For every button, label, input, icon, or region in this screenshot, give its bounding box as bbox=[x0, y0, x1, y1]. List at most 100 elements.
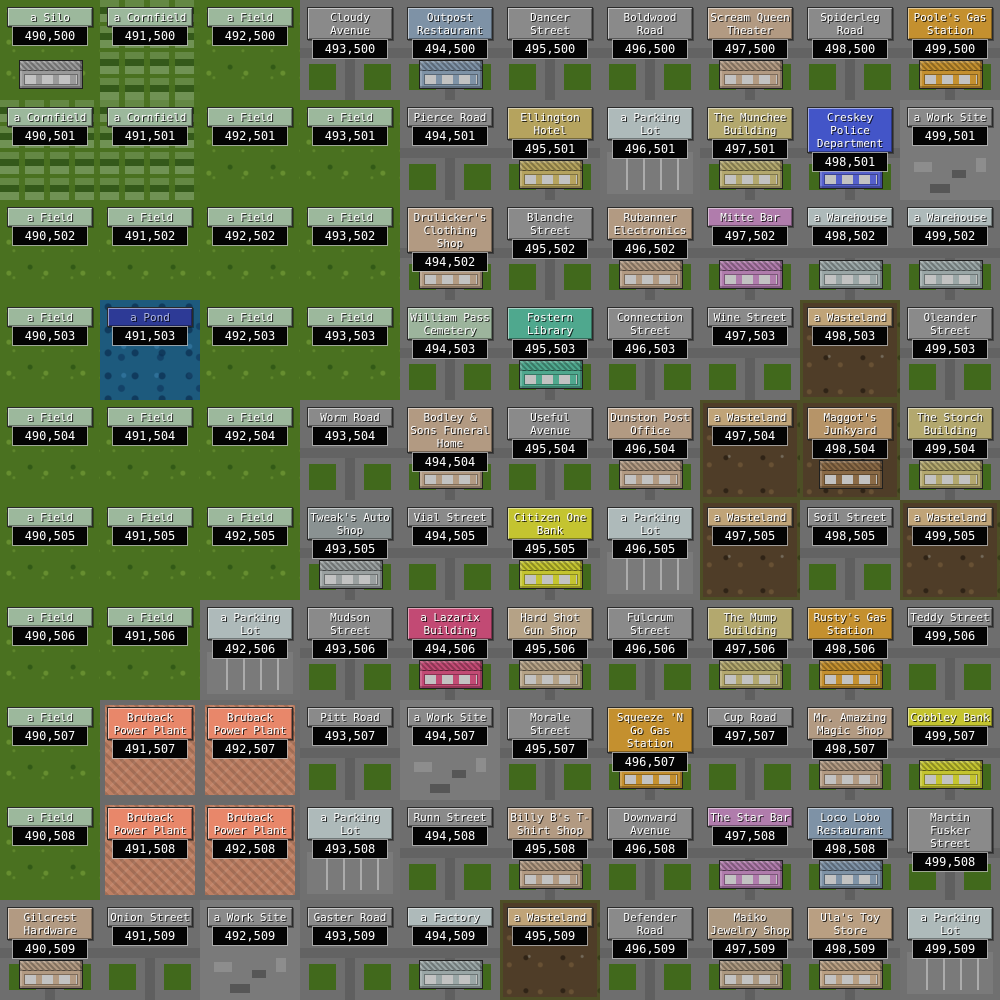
map-cell-491-505[interactable]: a Field 491,505 bbox=[100, 500, 200, 600]
map-cell-498-503[interactable]: a Wasteland 498,503 bbox=[800, 300, 900, 400]
map-cell-494-506[interactable]: a Lazarix Building 494,506 bbox=[400, 600, 500, 700]
map-cell-499-508[interactable]: Martin Fusker Street 499,508 bbox=[900, 800, 1000, 900]
map-cell-496-505[interactable]: a Parking Lot 496,505 bbox=[600, 500, 700, 600]
map-cell-492-504[interactable]: a Field 492,504 bbox=[200, 400, 300, 500]
map-cell-495-508[interactable]: Billy B's T-Shirt Shop 495,508 bbox=[500, 800, 600, 900]
map-cell-498-504[interactable]: Maggot's Junkyard 498,504 bbox=[800, 400, 900, 500]
map-cell-497-508[interactable]: The Star Bar 497,508 bbox=[700, 800, 800, 900]
map-cell-497-501[interactable]: The Munchee Building 497,501 bbox=[700, 100, 800, 200]
map-cell-498-506[interactable]: Rusty's Gas Station 498,506 bbox=[800, 600, 900, 700]
map-cell-494-502[interactable]: Drulicker's Clothing Shop 494,502 bbox=[400, 200, 500, 300]
map-cell-495-504[interactable]: Useful Avenue 495,504 bbox=[500, 400, 600, 500]
map-cell-490-509[interactable]: Gilcrest Hardware 490,509 bbox=[0, 900, 100, 1000]
map-cell-499-506[interactable]: Teddy Street 499,506 bbox=[900, 600, 1000, 700]
map-cell-492-506[interactable]: a Parking Lot 492,506 bbox=[200, 600, 300, 700]
map-cell-498-500[interactable]: Spiderleg Road 498,500 bbox=[800, 0, 900, 100]
map-cell-497-509[interactable]: Maiko Jewelry Shop 497,509 bbox=[700, 900, 800, 1000]
map-cell-492-509[interactable]: a Work Site 492,509 bbox=[200, 900, 300, 1000]
map-cell-493-508[interactable]: a Parking Lot 493,508 bbox=[300, 800, 400, 900]
map-cell-491-500[interactable]: a Cornfield 491,500 bbox=[100, 0, 200, 100]
map-cell-496-503[interactable]: Connection Street 496,503 bbox=[600, 300, 700, 400]
map-cell-495-507[interactable]: Morale Street 495,507 bbox=[500, 700, 600, 800]
map-cell-494-508[interactable]: Runn Street 494,508 bbox=[400, 800, 500, 900]
map-cell-492-502[interactable]: a Field 492,502 bbox=[200, 200, 300, 300]
map-cell-498-502[interactable]: a Warehouse 498,502 bbox=[800, 200, 900, 300]
map-cell-497-504[interactable]: a Wasteland 497,504 bbox=[700, 400, 800, 500]
map-cell-498-508[interactable]: Loco Lobo Restaurant 498,508 bbox=[800, 800, 900, 900]
map-cell-498-505[interactable]: Soil Street 498,505 bbox=[800, 500, 900, 600]
map-cell-491-507[interactable]: Bruback Power Plant 491,507 bbox=[100, 700, 200, 800]
map-cell-491-503[interactable]: a Pond 491,503 bbox=[100, 300, 200, 400]
map-cell-494-500[interactable]: Outpost Restaurant 494,500 bbox=[400, 0, 500, 100]
map-cell-496-507[interactable]: Squeeze 'N Go Gas Station 496,507 bbox=[600, 700, 700, 800]
map-cell-496-508[interactable]: Downward Avenue 496,508 bbox=[600, 800, 700, 900]
map-cell-494-504[interactable]: Bodley & Sons Funeral Home 494,504 bbox=[400, 400, 500, 500]
map-cell-499-505[interactable]: a Wasteland 499,505 bbox=[900, 500, 1000, 600]
map-cell-495-500[interactable]: Dancer Street 495,500 bbox=[500, 0, 600, 100]
map-cell-497-503[interactable]: Wine Street 497,503 bbox=[700, 300, 800, 400]
map-cell-490-500[interactable]: a Silo 490,500 bbox=[0, 0, 100, 100]
map-cell-493-500[interactable]: Cloudy Avenue 493,500 bbox=[300, 0, 400, 100]
map-cell-490-508[interactable]: a Field 490,508 bbox=[0, 800, 100, 900]
map-cell-492-508[interactable]: Bruback Power Plant 492,508 bbox=[200, 800, 300, 900]
map-cell-490-502[interactable]: a Field 490,502 bbox=[0, 200, 100, 300]
map-cell-491-501[interactable]: a Cornfield 491,501 bbox=[100, 100, 200, 200]
map-cell-491-508[interactable]: Bruback Power Plant 491,508 bbox=[100, 800, 200, 900]
map-cell-493-506[interactable]: Mudson Street 493,506 bbox=[300, 600, 400, 700]
map-cell-490-503[interactable]: a Field 490,503 bbox=[0, 300, 100, 400]
map-cell-495-505[interactable]: Citizen One Bank 495,505 bbox=[500, 500, 600, 600]
map-cell-497-502[interactable]: Mitte Bar 497,502 bbox=[700, 200, 800, 300]
map-cell-499-509[interactable]: a Parking Lot 499,509 bbox=[900, 900, 1000, 1000]
map-cell-493-507[interactable]: Pitt Road 493,507 bbox=[300, 700, 400, 800]
map-cell-495-509[interactable]: a Wasteland 495,509 bbox=[500, 900, 600, 1000]
map-cell-495-501[interactable]: Ellington Hotel 495,501 bbox=[500, 100, 600, 200]
map-cell-497-505[interactable]: a Wasteland 497,505 bbox=[700, 500, 800, 600]
map-cell-496-501[interactable]: a Parking Lot 496,501 bbox=[600, 100, 700, 200]
map-cell-491-506[interactable]: a Field 491,506 bbox=[100, 600, 200, 700]
map-cell-492-507[interactable]: Bruback Power Plant 492,507 bbox=[200, 700, 300, 800]
map-cell-494-505[interactable]: Vial Street 494,505 bbox=[400, 500, 500, 600]
map-cell-490-506[interactable]: a Field 490,506 bbox=[0, 600, 100, 700]
map-cell-490-505[interactable]: a Field 490,505 bbox=[0, 500, 100, 600]
map-cell-497-507[interactable]: Cup Road 497,507 bbox=[700, 700, 800, 800]
map-cell-498-507[interactable]: Mr. Amazing Magic Shop 498,507 bbox=[800, 700, 900, 800]
map-cell-498-509[interactable]: Ula's Toy Store 498,509 bbox=[800, 900, 900, 1000]
map-cell-493-509[interactable]: Gaster Road 493,509 bbox=[300, 900, 400, 1000]
map-cell-491-502[interactable]: a Field 491,502 bbox=[100, 200, 200, 300]
map-cell-495-503[interactable]: Fostern Library 495,503 bbox=[500, 300, 600, 400]
map-cell-496-502[interactable]: Rubanner Electronics 496,502 bbox=[600, 200, 700, 300]
map-cell-492-503[interactable]: a Field 492,503 bbox=[200, 300, 300, 400]
map-cell-494-503[interactable]: William Pass Cemetery 494,503 bbox=[400, 300, 500, 400]
map-cell-490-501[interactable]: a Cornfield 490,501 bbox=[0, 100, 100, 200]
map-cell-496-506[interactable]: Fulcrum Street 496,506 bbox=[600, 600, 700, 700]
map-cell-497-500[interactable]: Scream Queen Theater 497,500 bbox=[700, 0, 800, 100]
map-cell-496-504[interactable]: Dunston Post Office 496,504 bbox=[600, 400, 700, 500]
map-cell-490-504[interactable]: a Field 490,504 bbox=[0, 400, 100, 500]
map-cell-492-505[interactable]: a Field 492,505 bbox=[200, 500, 300, 600]
map-cell-493-504[interactable]: Worm Road 493,504 bbox=[300, 400, 400, 500]
map-cell-491-509[interactable]: Onion Street 491,509 bbox=[100, 900, 200, 1000]
map-cell-495-502[interactable]: Blanche Street 495,502 bbox=[500, 200, 600, 300]
map-cell-493-505[interactable]: Tweak's Auto Shop 493,505 bbox=[300, 500, 400, 600]
map-cell-499-500[interactable]: Poole's Gas Station 499,500 bbox=[900, 0, 1000, 100]
map-cell-497-506[interactable]: The Mump Building 497,506 bbox=[700, 600, 800, 700]
map-cell-499-502[interactable]: a Warehouse 499,502 bbox=[900, 200, 1000, 300]
map-cell-499-507[interactable]: Cobbley Bank 499,507 bbox=[900, 700, 1000, 800]
map-cell-496-509[interactable]: Defender Road 496,509 bbox=[600, 900, 700, 1000]
map-cell-492-501[interactable]: a Field 492,501 bbox=[200, 100, 300, 200]
map-cell-490-507[interactable]: a Field 490,507 bbox=[0, 700, 100, 800]
map-cell-492-500[interactable]: a Field 492,500 bbox=[200, 0, 300, 100]
map-cell-499-503[interactable]: Oleander Street 499,503 bbox=[900, 300, 1000, 400]
map-cell-498-501[interactable]: Creskey Police Department 498,501 bbox=[800, 100, 900, 200]
map-cell-494-507[interactable]: a Work Site 494,507 bbox=[400, 700, 500, 800]
map-cell-496-500[interactable]: Boldwood Road 496,500 bbox=[600, 0, 700, 100]
map-cell-493-501[interactable]: a Field 493,501 bbox=[300, 100, 400, 200]
map-cell-494-501[interactable]: Pierce Road 494,501 bbox=[400, 100, 500, 200]
map-cell-493-502[interactable]: a Field 493,502 bbox=[300, 200, 400, 300]
map-cell-499-504[interactable]: The Storch Building 499,504 bbox=[900, 400, 1000, 500]
map-cell-499-501[interactable]: a Work Site 499,501 bbox=[900, 100, 1000, 200]
map-cell-495-506[interactable]: Hard Shot Gun Shop 495,506 bbox=[500, 600, 600, 700]
map-cell-494-509[interactable]: a Factory 494,509 bbox=[400, 900, 500, 1000]
map-cell-491-504[interactable]: a Field 491,504 bbox=[100, 400, 200, 500]
map-cell-493-503[interactable]: a Field 493,503 bbox=[300, 300, 400, 400]
